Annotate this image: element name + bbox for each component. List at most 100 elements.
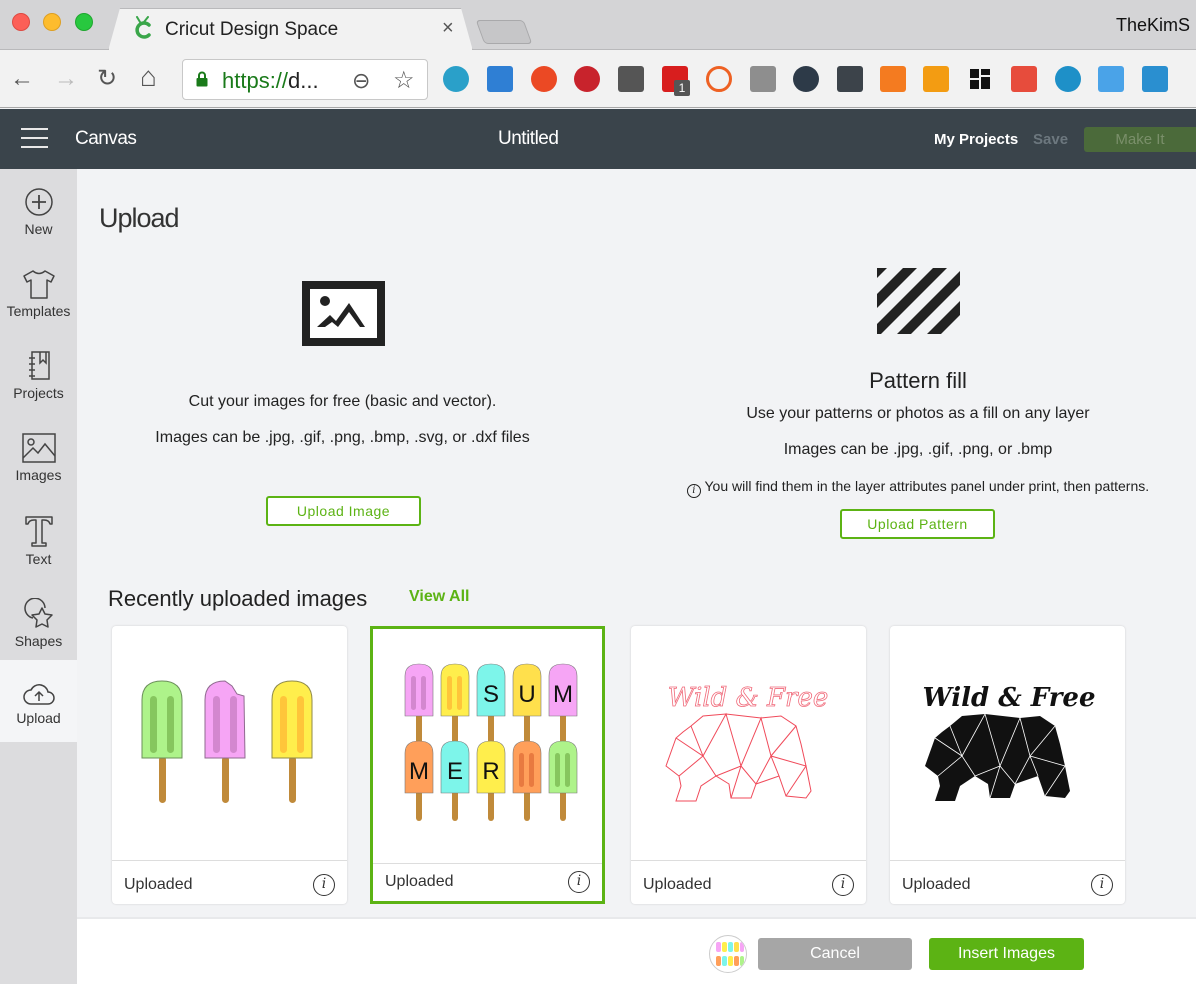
upload-image-button[interactable]: Upload Image [266, 496, 421, 526]
reload-icon[interactable]: ↻ [97, 64, 117, 94]
info-icon[interactable]: i [832, 874, 854, 896]
popsicle-stripe [411, 676, 416, 710]
page-title: Upload [99, 203, 180, 233]
card-thumbnail: Wild & Free [890, 626, 1125, 861]
zoom-out-icon[interactable]: ⊖ [352, 68, 370, 94]
info-icon[interactable]: i [313, 874, 335, 896]
popsicle-stripe [457, 676, 462, 710]
eye-icon[interactable] [1055, 66, 1081, 92]
uploaded-image-card[interactable]: Wild & Free Uploaded i [890, 626, 1125, 904]
paint-drip-icon[interactable] [923, 66, 949, 92]
lock-icon [196, 71, 208, 87]
sidebar-item-label: Text [25, 551, 52, 567]
pattern-fill-note: i You will find them in the layer attrib… [668, 478, 1168, 498]
url-text[interactable]: https://d... [222, 68, 319, 94]
sidebar-item-new[interactable]: New [0, 186, 77, 266]
close-window-button[interactable] [12, 13, 30, 31]
bookmark-star-icon[interactable]: ☆ [393, 66, 415, 95]
tab-close-icon[interactable]: × [442, 17, 454, 40]
card-label: Uploaded [902, 876, 971, 893]
popsicle-letter: U [518, 681, 535, 708]
popsicle-letter: M [553, 681, 573, 708]
my-projects-link[interactable]: My Projects [934, 131, 1018, 148]
window-resizer-icon[interactable] [487, 66, 513, 92]
new-tab-button[interactable] [475, 20, 533, 44]
flame-icon[interactable] [1011, 66, 1037, 92]
url-scheme: https:// [222, 68, 289, 93]
project-title[interactable]: Untitled [498, 128, 559, 150]
popsicle-body [512, 740, 542, 794]
stumbleupon-icon[interactable] [531, 66, 557, 92]
card-thumbnail: Wild & Free [631, 626, 866, 861]
sidebar-item-label: Projects [13, 385, 64, 401]
save-button[interactable]: Save [1033, 131, 1068, 148]
bear-outline-thumbnail: Wild & Free [665, 683, 829, 802]
image-upload-formats: Images can be .jpg, .gif, .png, .bmp, .s… [155, 429, 530, 446]
summer-popsicles-thumbnail: S U MM E R [404, 663, 578, 821]
card-thumbnail: SUMMER [373, 629, 602, 864]
view-all-link[interactable]: View All [409, 588, 469, 606]
upload-pattern-button[interactable]: Upload Pattern [840, 509, 995, 539]
tshirt-icon [22, 270, 55, 299]
sidebar-item-text[interactable]: Text [0, 514, 77, 594]
info-icon[interactable]: i [568, 871, 590, 893]
wave-icon[interactable] [1142, 66, 1168, 92]
sidebar-item-templates[interactable]: Templates [0, 268, 77, 348]
cloud-upload-icon [22, 684, 55, 705]
forward-icon[interactable]: → [54, 64, 78, 94]
cancel-button[interactable]: Cancel [758, 938, 912, 970]
bitly-icon[interactable] [706, 66, 732, 92]
notebook-icon [28, 351, 50, 380]
popsicle-stripe [447, 676, 452, 710]
card-caption: Wild & Free [668, 683, 828, 713]
maximize-window-button[interactable] [75, 13, 93, 31]
adblock-icon[interactable]: 1 [662, 66, 690, 96]
hamburger-menu-icon[interactable] [21, 128, 48, 148]
pattern-fill-heading: Pattern fill [869, 368, 967, 393]
sidebar-item-label: Shapes [14, 633, 63, 649]
popsicle-stripe [529, 753, 534, 787]
info-icon: i [686, 484, 701, 498]
fist-icon[interactable] [1098, 66, 1124, 92]
popsicle-letter: S [483, 681, 499, 708]
klout-icon[interactable] [793, 66, 819, 92]
pinterest-icon[interactable] [574, 66, 600, 92]
mailtrack-icon[interactable] [618, 66, 644, 92]
info-icon[interactable]: i [1091, 874, 1113, 896]
sidebar-item-upload[interactable]: Upload [0, 660, 77, 742]
popsicle-stripe [565, 753, 570, 787]
bear-black-thumbnail: Wild & Free [922, 683, 1096, 801]
pattern-fill-icon [877, 268, 960, 334]
layers-icon[interactable] [750, 66, 776, 92]
card-label: Uploaded [385, 873, 454, 890]
popsicle-body [440, 663, 470, 717]
home-icon[interactable]: ⌂ [140, 62, 157, 92]
sidebar-item-images[interactable]: Images [0, 432, 77, 512]
extension-badge: 1 [674, 80, 690, 96]
cricut-favicon-icon [135, 16, 151, 39]
uploaded-image-card[interactable]: Uploaded i [112, 626, 347, 904]
profile-name[interactable]: TheKimS [1116, 15, 1190, 36]
sidebar-item-label: Upload [16, 710, 61, 726]
sidebar-item-label: New [24, 221, 53, 237]
sidebar-item-projects[interactable]: Projects [0, 350, 77, 430]
url-host: d... [288, 68, 319, 93]
make-it-button[interactable]: Make It [1084, 127, 1196, 152]
shapes-icon [23, 598, 53, 628]
minimize-window-button[interactable] [43, 13, 61, 31]
back-icon[interactable]: ← [10, 64, 34, 94]
uploaded-image-card[interactable]: Wild & Free Uploaded i [631, 626, 866, 904]
popsicle-stripe [519, 753, 524, 787]
grid-icon[interactable] [967, 66, 993, 92]
analytics-icon[interactable] [880, 66, 906, 92]
sidebar-item-label: Templates [6, 303, 71, 319]
recent-uploads-title: Recently uploaded images [108, 586, 368, 611]
image-upload-description: Cut your images for free (basic and vect… [188, 393, 497, 410]
lastpass-icon[interactable] [837, 66, 863, 92]
selected-image-preview [709, 935, 747, 973]
uploaded-image-card-selected[interactable]: SUMMER Uploaded i [370, 626, 605, 904]
popsicle-letter: E [447, 758, 463, 785]
insert-images-button[interactable]: Insert Images [929, 938, 1084, 970]
simplenote-icon[interactable] [443, 66, 469, 92]
text-icon [24, 516, 53, 547]
